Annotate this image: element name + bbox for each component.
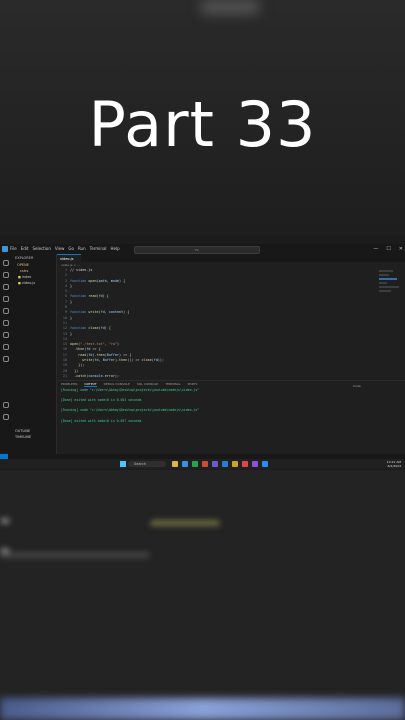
remote-icon[interactable] <box>3 320 9 326</box>
output-line: [Done] exited with code=0 in 0.057 secon… <box>61 418 142 423</box>
gear-icon[interactable] <box>3 414 9 420</box>
clock-date: 6/2/2024 <box>387 464 401 468</box>
vscode-window: File Edit Selection View Go Run Terminal Help F… <box>0 244 405 469</box>
menu-item-help[interactable]: Help <box>111 244 120 254</box>
code-text: function close(fd) { <box>70 326 111 331</box>
command-center-search[interactable]: Fs <box>134 246 260 254</box>
code-text: }); <box>70 363 85 368</box>
taskbar-app-icon[interactable] <box>212 461 218 467</box>
testing-icon[interactable] <box>3 332 9 338</box>
code-text: } <box>70 283 73 288</box>
video-title: Part 33 <box>88 88 317 161</box>
code-text: read(fd).then(Buffer) => { <box>78 352 132 357</box>
menu-item-run[interactable]: Run <box>78 244 86 254</box>
code-text: // video.js <box>70 268 93 272</box>
account-icon[interactable] <box>3 402 9 408</box>
taskbar-search[interactable]: Search <box>128 461 166 467</box>
run-debug-icon[interactable] <box>3 296 9 302</box>
taskbar-app-icon[interactable] <box>222 461 228 467</box>
taskbar-app-icon[interactable] <box>262 461 268 467</box>
extensions-icon[interactable] <box>3 308 9 314</box>
menu-bar: File Edit Selection View Go Run Terminal Help <box>10 244 120 254</box>
code-text: write(fd, Buffer).then(() => close(fd)); <box>82 358 164 363</box>
taskbar-app-icon[interactable] <box>232 461 238 467</box>
taskbar-app-icon[interactable] <box>172 461 178 467</box>
code-text: } <box>70 299 73 304</box>
bottom-panel: PROBLEMS OUTPUT DEBUG CONSOLE SQL CONSOLE TE… <box>57 380 405 441</box>
code-text: open("./test.txt", "rw") <box>70 342 120 347</box>
panel-tab-sql-console[interactable]: SQL CONSOLE <box>137 382 158 387</box>
explorer-header: EXPLORER <box>15 256 34 260</box>
search-icon[interactable] <box>3 272 9 278</box>
docker-icon[interactable] <box>3 344 9 350</box>
explorer-icon[interactable] <box>3 260 9 266</box>
explorer-sidebar: EXPLORER OPENE cstrs index video.js OUTL… <box>12 254 57 454</box>
windows-start-icon[interactable] <box>120 461 126 467</box>
activity-bar <box>0 254 12 454</box>
minimize-icon[interactable]: — <box>373 244 378 254</box>
menu-item-terminal[interactable]: Terminal <box>90 244 107 254</box>
panel-tab-output[interactable]: OUTPUT <box>84 382 97 387</box>
explorer-bottom-sections: OUTLINE TIMELINE <box>15 428 31 440</box>
blurred-smudge <box>200 0 260 14</box>
taskbar-app-icon[interactable] <box>202 461 208 467</box>
panel-tab-ports[interactable]: PORTS <box>188 382 198 387</box>
timeline-section[interactable]: TIMELINE <box>15 434 31 440</box>
taskbar-app-icon[interactable] <box>192 461 198 467</box>
menu-item-view[interactable]: View <box>55 244 65 254</box>
taskbar-app-icon[interactable] <box>252 461 258 467</box>
code-text: }) <box>70 368 79 373</box>
code-line[interactable]: 21 .catch(console.error); <box>57 374 405 379</box>
code-editor[interactable]: 1// video.js 2 3 function open(path, mode) … <box>57 268 405 379</box>
maximize-icon[interactable]: ☐ <box>386 244 390 254</box>
output-log: [Running] node "c:\Users\Abhay\Desktop\p… <box>57 388 405 424</box>
editor-area: video.js video.js > ... 1// video.js 2 3 fu… <box>57 254 405 380</box>
panel-tab-debug-console[interactable]: DEBUG CONSOLE <box>104 382 130 387</box>
code-text: } <box>70 331 73 336</box>
taskbar-app-icon[interactable] <box>242 461 248 467</box>
code-text: function read(fd) { <box>70 294 109 299</box>
close-icon[interactable]: ✕ <box>399 244 403 254</box>
menu-item-selection[interactable]: Selection <box>32 244 50 254</box>
windows-taskbar: Search 10:21 AM 6/2/2024 <box>0 459 405 469</box>
tab-video-js[interactable]: video.js <box>57 254 81 262</box>
window-controls: — ☐ ✕ <box>373 244 403 254</box>
explorer-item[interactable]: video.js <box>12 280 56 286</box>
blurred-background-bottom <box>0 470 405 720</box>
code-text: .then(fd => { <box>70 347 101 352</box>
vscode-logo-icon <box>2 246 8 252</box>
menu-item-file[interactable]: File <box>10 244 17 254</box>
panel-tab-terminal[interactable]: TERMINAL <box>165 382 180 387</box>
line-number: 21 <box>62 373 67 378</box>
database-icon[interactable] <box>3 356 9 362</box>
menu-item-edit[interactable]: Edit <box>21 244 29 254</box>
taskbar-clock[interactable]: 10:21 AM 6/2/2024 <box>387 460 401 468</box>
blurred-taskbar <box>0 698 405 720</box>
code-text: } <box>70 315 73 320</box>
panel-tab-problems[interactable]: PROBLEMS <box>61 382 77 387</box>
code-text: function open(path, mode) { <box>70 278 126 283</box>
taskbar-app-icon[interactable] <box>182 461 188 467</box>
output-channel-select[interactable]: Code <box>353 384 383 388</box>
minimap[interactable] <box>379 268 405 308</box>
code-text: .catch(console.error); <box>70 373 120 378</box>
source-control-icon[interactable] <box>3 284 9 290</box>
menu-item-go[interactable]: Go <box>68 244 74 254</box>
code-text: function write(fd, content) { <box>70 310 130 315</box>
title-bar: File Edit Selection View Go Run Terminal Help F… <box>0 244 405 254</box>
editor-tab-bar: video.js <box>57 254 405 262</box>
